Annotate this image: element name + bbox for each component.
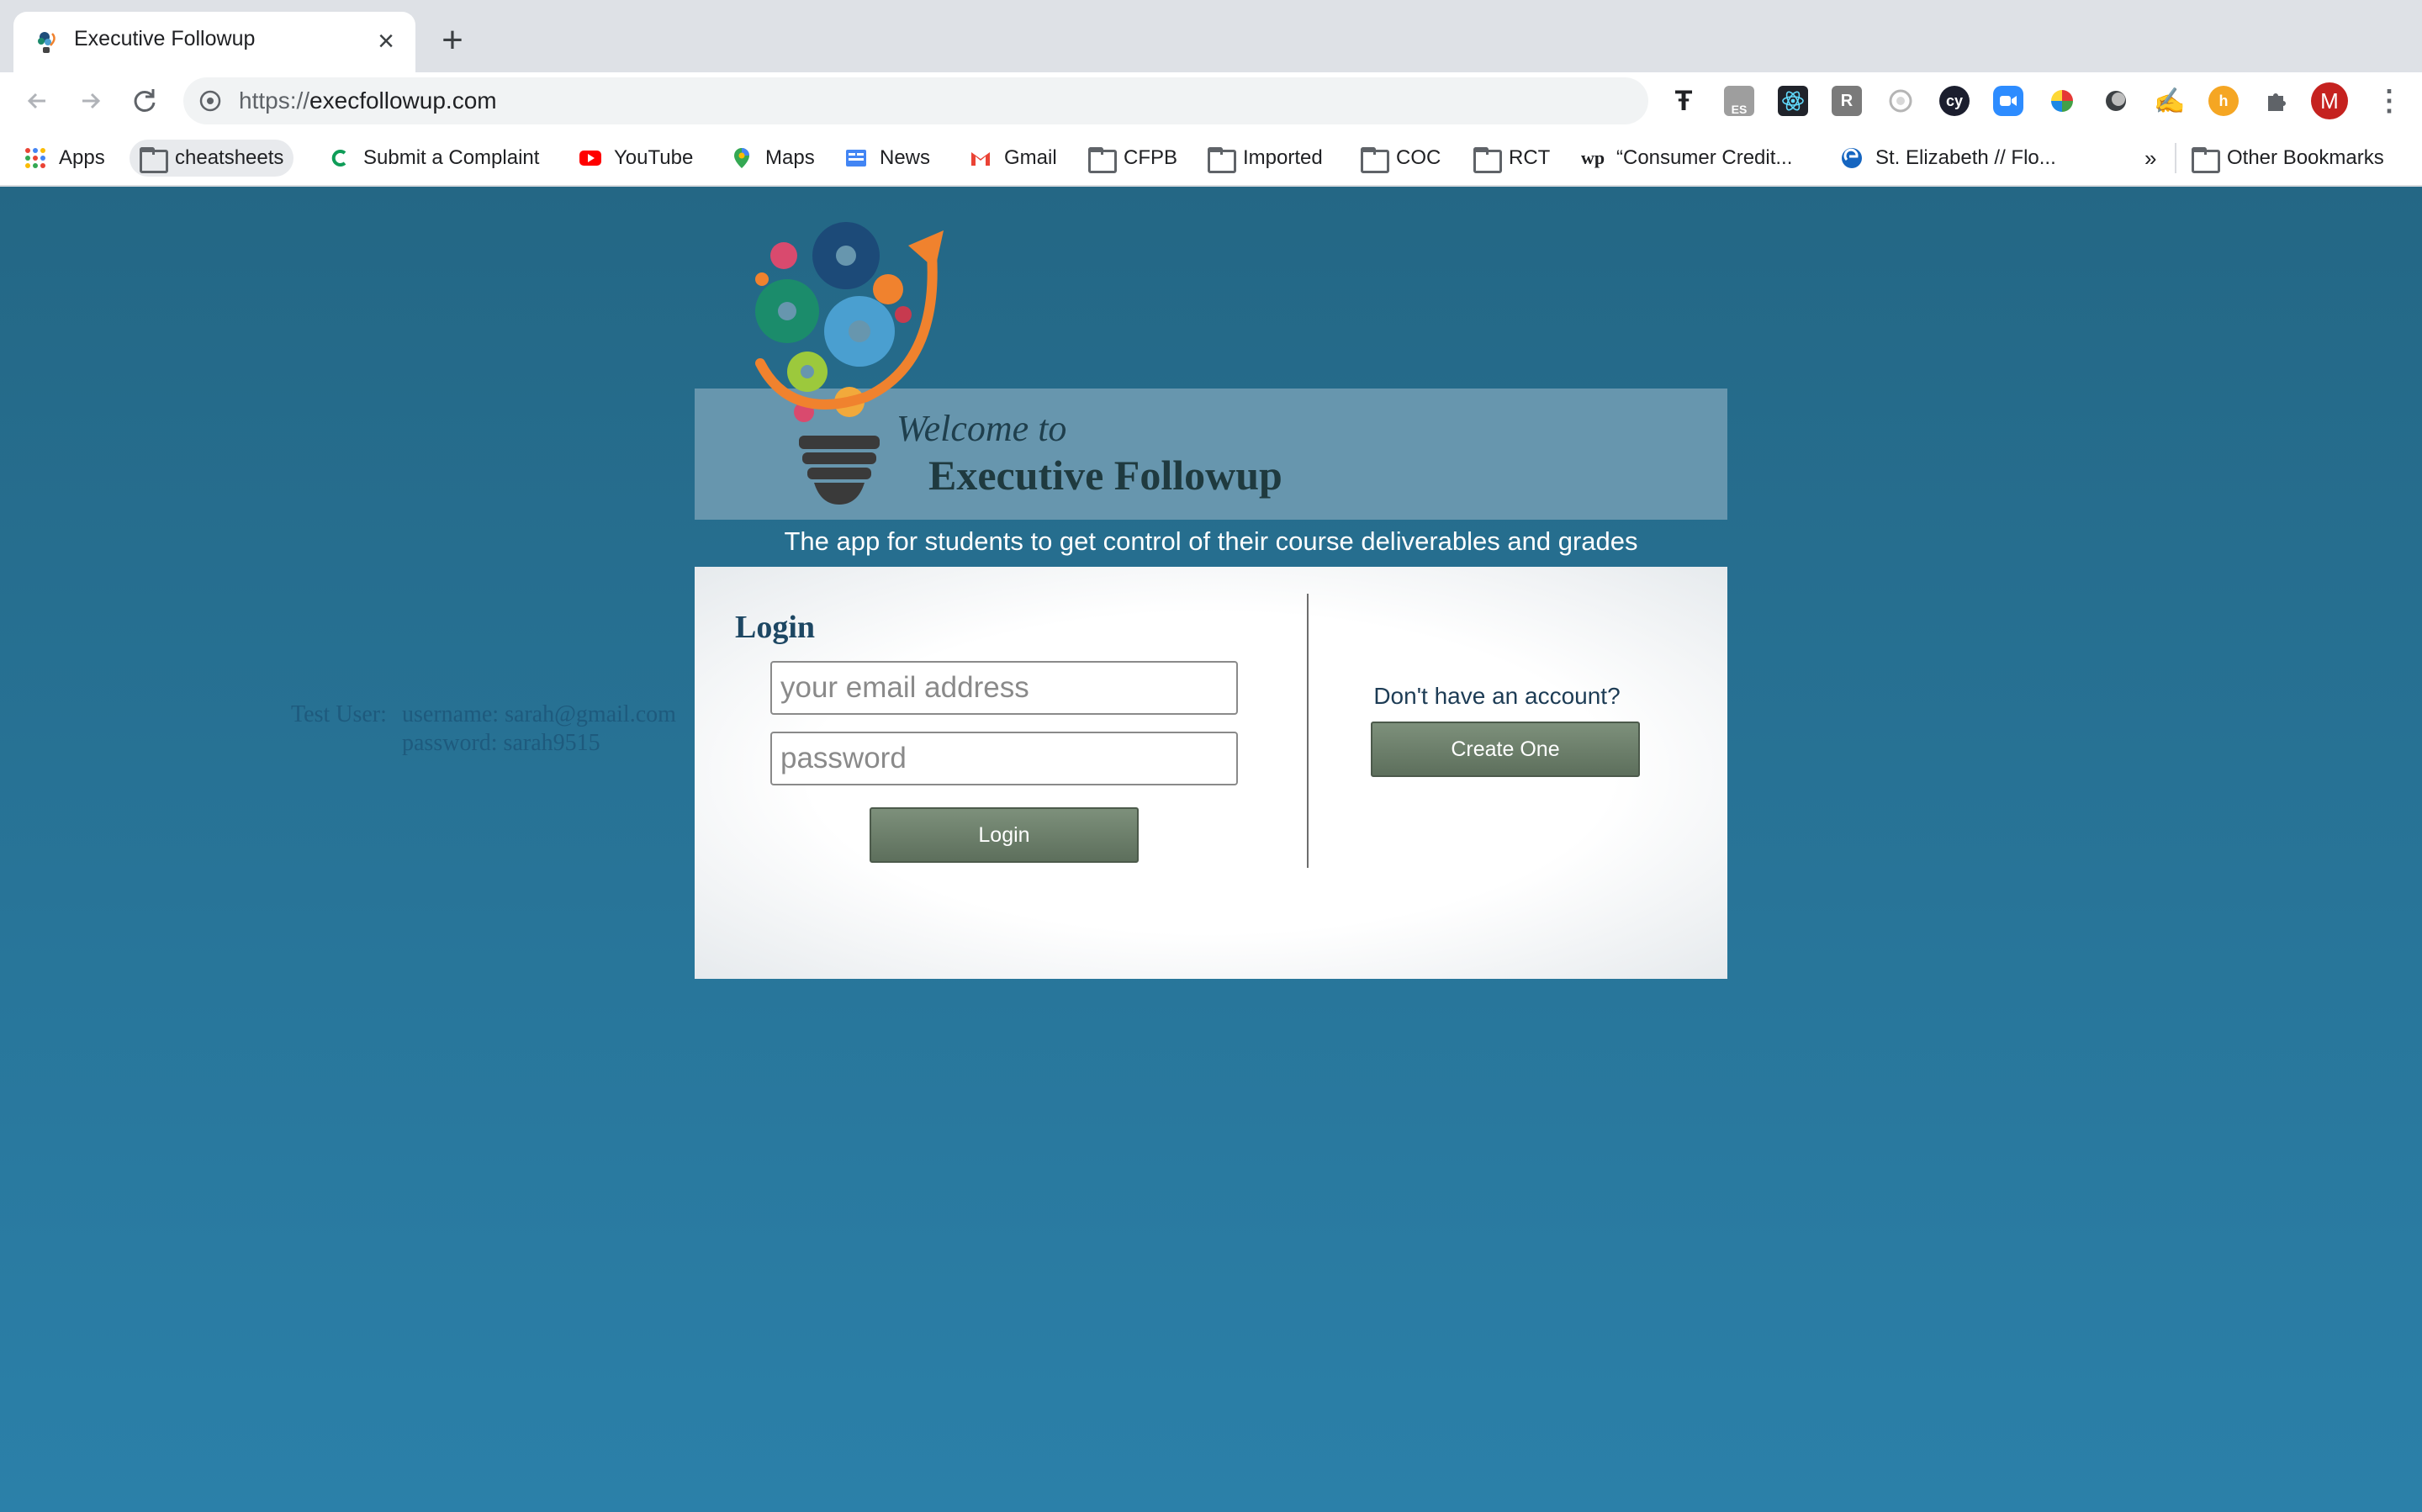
bookmark-coc[interactable]: COC [1351,140,1451,177]
bookmark-label: Other Bookmarks [2227,146,2384,169]
bookmark-label: Imported [1243,146,1323,169]
zoom-extension-icon[interactable] [1993,86,2023,116]
edge-icon [1842,148,1862,168]
folder-icon [1208,146,1236,173]
new-tab-icon[interactable]: + [436,22,469,59]
bookmark-label: cheatsheets [175,146,284,169]
reload-icon[interactable] [128,84,161,118]
create-account-button[interactable]: Create One [1371,722,1640,777]
bookmark-label: St. Elizabeth // Flo... [1875,146,2056,169]
bookmarks-overflow-button[interactable]: » [2134,140,2166,177]
bookmark-cheatsheets[interactable]: cheatsheets [130,140,294,177]
extensions-puzzle-icon[interactable] [2262,86,2292,116]
page-title: Executive Followup [928,452,1282,499]
bookmark-label: CFPB [1124,146,1178,169]
folder-icon [1361,146,1389,173]
bookmark-label: “Consumer Credit... [1616,146,1793,169]
bookmark-label: Apps [59,146,105,169]
dark-mode-icon[interactable] [2101,86,2131,116]
typora-extension-icon[interactable]: Ŧ [1668,85,1699,117]
browser-menu-icon[interactable]: ⋮ [2375,84,2403,118]
wp-icon: wp [1581,147,1605,168]
c-icon [331,150,346,167]
bookmark-rct[interactable]: RCT [1463,140,1560,177]
bookmark-label: Submit a Complaint [363,146,540,169]
news-icon [846,150,866,167]
bookmark-submit-complaint[interactable]: Submit a Complaint [318,140,549,177]
forward-arrow-icon[interactable] [74,84,108,118]
login-card: Login Login Don't have an account? Creat… [695,567,1727,979]
test-user-username: username: sarah@gmail.com [402,701,676,727]
color-wheel-icon[interactable] [2047,86,2077,116]
folder-icon [140,146,168,173]
bookmark-label: RCT [1509,146,1551,169]
bookmark-consumer-credit[interactable]: wp “Consumer Credit... [1571,140,1802,177]
bookmark-label: Gmail [1004,146,1057,169]
bookmarks-separator [2175,143,2176,173]
browser-toolbar: https://execfollowup.com Ŧ ES R cy ✍ h M… [0,72,2422,130]
bookmark-other-bookmarks[interactable]: Other Bookmarks [2181,140,2394,177]
email-input[interactable] [770,661,1238,715]
back-arrow-icon[interactable] [20,84,54,118]
tagline: The app for students to get control of t… [784,526,1638,556]
page-body: Welcome to Executive Followup The app fo… [0,187,2422,1512]
test-user-label: Test User: [291,701,387,727]
honey-extension-icon[interactable]: h [2208,86,2239,116]
signature-extension-icon[interactable]: ✍ [2154,86,2185,116]
youtube-icon [579,151,601,166]
card-divider [1307,594,1309,868]
bookmark-imported[interactable]: Imported [1198,140,1333,177]
maps-pin-icon [734,148,749,168]
address-bar[interactable]: https://execfollowup.com [183,77,1648,124]
login-button[interactable]: Login [870,807,1139,863]
lightbulb-gears-icon [38,32,56,53]
browser-tab[interactable]: Executive Followup × [13,12,415,72]
bookmark-youtube[interactable]: YouTube [568,140,703,177]
gmail-icon [971,152,990,166]
circle-extension-icon[interactable] [1885,86,1916,116]
tab-strip: Executive Followup × + [0,0,2422,72]
bookmark-label: YouTube [614,146,694,169]
close-tab-icon[interactable]: × [372,27,400,56]
r-extension-icon[interactable]: R [1832,86,1862,116]
cypress-extension-icon[interactable]: cy [1939,86,1970,116]
test-user-password: password: sarah9515 [402,730,600,756]
bookmark-label: COC [1396,146,1441,169]
bookmark-news[interactable]: News [834,140,940,177]
folder-icon [1088,146,1117,173]
url-text[interactable]: https://execfollowup.com [239,87,497,114]
es-extension-icon[interactable]: ES [1724,86,1754,116]
bookmark-gmail[interactable]: Gmail [959,140,1067,177]
signup-prompt: Don't have an account? [1373,683,1621,709]
bookmarks-bar: Apps cheatsheets Submit a Complaint YouT… [0,130,2422,187]
react-devtools-icon[interactable] [1778,86,1808,116]
bookmark-st-elizabeth[interactable]: St. Elizabeth // Flo... [1830,140,2066,177]
site-info-icon[interactable] [198,89,222,113]
password-input[interactable] [770,732,1238,785]
bookmark-label: News [880,146,931,169]
profile-avatar[interactable]: M [2311,82,2348,119]
lightbulb-gears-logo [755,222,944,505]
bookmark-label: Maps [765,146,815,169]
bookmark-apps[interactable]: Apps [13,140,115,177]
bookmark-maps[interactable]: Maps [720,140,825,177]
folder-icon [2192,146,2220,173]
apps-grid-icon [25,148,45,168]
bookmark-cfpb[interactable]: CFPB [1078,140,1187,177]
tab-title: Executive Followup [74,27,256,50]
login-heading: Login [735,610,816,645]
folder-icon [1473,146,1502,173]
